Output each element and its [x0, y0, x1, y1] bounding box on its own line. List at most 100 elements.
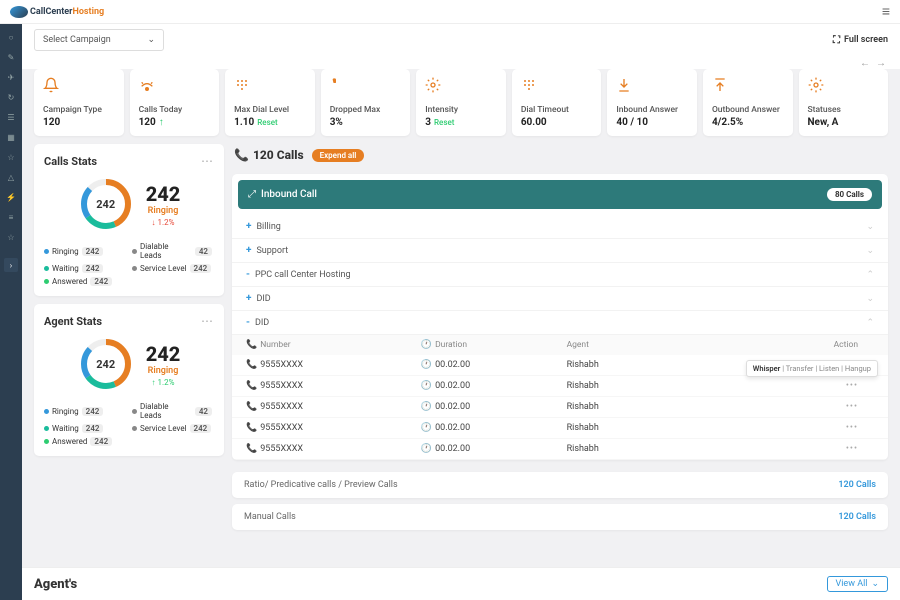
- kpi-value: 3Reset: [425, 117, 497, 128]
- pct-change: ↓ 1.2%: [146, 218, 181, 227]
- row-actions-icon[interactable]: •••: [846, 381, 858, 391]
- kpi-value: 60.00: [521, 117, 593, 128]
- summary-row-1[interactable]: Manual Calls120 Calls: [232, 504, 888, 530]
- agents-title: Agent's: [34, 577, 77, 592]
- legend-dot-icon: [44, 266, 49, 271]
- summary-row-0[interactable]: Ratio/ Predicative calls / Preview Calls…: [232, 472, 888, 498]
- table-row: 📞 9555XXXX🕐 00.02.00Rishabh•••: [232, 397, 888, 418]
- phone-icon: 📞: [246, 381, 257, 391]
- kpi-value: 4/2.5%: [712, 117, 784, 128]
- legend-dot-icon: [44, 439, 49, 444]
- kpi-card-7[interactable]: Outbound Answer 4/2.5%: [703, 69, 793, 136]
- scroll-left-icon[interactable]: ←: [860, 58, 870, 69]
- legend-dot-icon: [132, 266, 137, 271]
- row-actions-icon[interactable]: •••: [846, 423, 858, 433]
- hamburger-icon[interactable]: ≡: [882, 3, 890, 20]
- more-icon[interactable]: ⋯: [201, 154, 214, 168]
- agents-section: Agent's View All ⌄: [22, 567, 900, 600]
- kpi-value: 120: [43, 117, 115, 128]
- kpi-card-0[interactable]: Campaign Type120: [34, 69, 124, 136]
- scroll-right-icon[interactable]: →: [876, 58, 886, 69]
- kpi-card-8[interactable]: StatusesNew, A: [799, 69, 889, 136]
- calls-stats-card: Calls Stats⋯242242Ringing↓ 1.2%Ringing24…: [34, 144, 224, 296]
- legend-item: Waiting242: [44, 264, 124, 273]
- kpi-label: Calls Today: [139, 105, 211, 115]
- table-row: 📞 9555XXXX🕐 00.02.00Rishabh•••: [232, 439, 888, 460]
- legend-badge: 242: [90, 437, 112, 446]
- campaign-select[interactable]: Select Campaign ⌄: [34, 29, 164, 51]
- legend-dot-icon: [44, 279, 49, 284]
- reset-link[interactable]: Reset: [434, 118, 454, 127]
- side-nav-8[interactable]: △: [6, 172, 16, 182]
- big-number: 242: [146, 182, 181, 206]
- side-nav-6[interactable]: ▦: [6, 132, 16, 142]
- kpi-label: Inbound Answer: [616, 105, 688, 115]
- accordion-item-0[interactable]: +Billing⌄: [232, 215, 888, 239]
- kpi-label: Outbound Answer: [712, 105, 784, 115]
- legend-badge: 242: [82, 247, 104, 256]
- expand-toggle-icon: -: [246, 269, 250, 280]
- kpi-card-1[interactable]: Calls Today120↑: [130, 69, 220, 136]
- number-subtitle: Ringing: [146, 206, 181, 216]
- side-nav-3[interactable]: ✈: [6, 72, 16, 82]
- side-nav-11[interactable]: ☆: [6, 232, 16, 242]
- view-all-button[interactable]: View All ⌄: [827, 576, 888, 592]
- kpi-card-2[interactable]: Max Dial Level1.10Reset: [225, 69, 315, 136]
- chevron-icon: ⌄: [866, 294, 874, 304]
- legend-badge: 242: [82, 424, 104, 433]
- expand-toggle-icon: +: [246, 221, 251, 232]
- side-nav-10[interactable]: ≡: [6, 212, 16, 222]
- legend-item: Service Level242: [132, 264, 212, 273]
- clock-icon: 🕐: [421, 423, 432, 433]
- accordion-item-3[interactable]: +DID⌄: [232, 287, 888, 311]
- sidebar: ○ ✎ ✈ ↻ ☰ ▦ ☆ △ ⚡ ≡ ☆ ›: [0, 24, 22, 600]
- fullscreen-button[interactable]: ⛶ Full screen: [833, 35, 888, 46]
- outbound-icon: [712, 77, 728, 93]
- campaign-placeholder: Select Campaign: [43, 35, 111, 45]
- legend-badge: 242: [82, 264, 104, 273]
- number-subtitle: Ringing: [146, 366, 181, 376]
- legend-item: Waiting242: [44, 424, 124, 433]
- accordion-item-2[interactable]: -PPC call Center Hosting⌃: [232, 263, 888, 287]
- legend-badge: 242: [190, 424, 212, 433]
- kpi-label: Intensity: [425, 105, 497, 115]
- kpi-value: New, A: [808, 117, 880, 128]
- side-nav-7[interactable]: ☆: [6, 152, 16, 162]
- sidebar-expand-button[interactable]: ›: [4, 258, 18, 272]
- logo-text: CallCenterHosting: [30, 7, 104, 17]
- legend-item: Ringing242: [44, 242, 124, 260]
- summary-count: 120 Calls: [838, 480, 876, 490]
- expand-all-button[interactable]: Expend all: [312, 149, 365, 162]
- more-icon[interactable]: ⋯: [201, 314, 214, 328]
- phone-drop-icon: [330, 77, 346, 93]
- legend: Ringing242Dialable Leads42Waiting242Serv…: [44, 242, 214, 286]
- inbound-call-hero[interactable]: ⤢Inbound Call80 Calls: [238, 180, 882, 209]
- side-nav-2[interactable]: ✎: [6, 52, 16, 62]
- expand-toggle-icon: +: [246, 245, 251, 256]
- kpi-card-5[interactable]: Dial Timeout60.00: [512, 69, 602, 136]
- reset-link[interactable]: Reset: [257, 118, 277, 127]
- legend-badge: 242: [82, 407, 104, 416]
- kpi-card-4[interactable]: Intensity 3Reset: [416, 69, 506, 136]
- kpi-card-6[interactable]: Inbound Answer 40 / 10: [607, 69, 697, 136]
- dialpad-icon: [521, 77, 537, 93]
- logo[interactable]: CallCenterHosting: [10, 6, 104, 18]
- kpi-value: 40 / 10: [616, 117, 688, 128]
- side-nav-1[interactable]: ○: [6, 32, 16, 42]
- accordion-item-4[interactable]: -DID⌃: [232, 311, 888, 335]
- clock-icon: 🕐: [421, 402, 432, 412]
- kpi-label: Dropped Max: [330, 105, 402, 115]
- card-title: Calls Stats: [44, 155, 97, 168]
- kpi-card-3[interactable]: Dropped Max3%: [321, 69, 411, 136]
- kpi-value: 1.10Reset: [234, 117, 306, 128]
- side-nav-9[interactable]: ⚡: [6, 192, 16, 202]
- bell-icon: [43, 77, 59, 93]
- calls-table: 📞Number🕐DurationAgentAction📞 9555XXXX🕐 0…: [232, 335, 888, 460]
- legend-dot-icon: [44, 426, 49, 431]
- side-nav-5[interactable]: ☰: [6, 112, 16, 122]
- accordion-item-1[interactable]: +Support⌄: [232, 239, 888, 263]
- side-nav-4[interactable]: ↻: [6, 92, 16, 102]
- row-actions-icon[interactable]: •••: [846, 402, 858, 412]
- chevron-icon: ⌃: [866, 270, 874, 280]
- row-actions-icon[interactable]: •••: [846, 444, 858, 454]
